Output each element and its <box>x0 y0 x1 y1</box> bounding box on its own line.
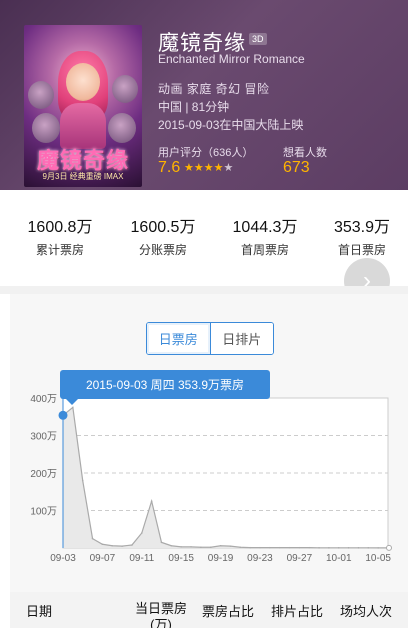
y-tick-label: 200万 <box>30 469 57 480</box>
data-point <box>121 545 123 547</box>
stat-label: 首日票房 <box>337 243 386 257</box>
data-point <box>298 546 301 549</box>
stat-label: 首周票房 <box>240 243 289 257</box>
data-point <box>318 547 320 549</box>
data-point <box>160 541 163 544</box>
movie-header: 魔镜奇缘 9月3日 经典重磅 IMAX 魔镜奇缘 3D Enchanted Mi… <box>0 0 408 190</box>
rating-stars: ★★★★★ <box>184 161 233 174</box>
data-point <box>239 546 242 549</box>
data-point <box>229 545 232 547</box>
stat-value: 1600.8万 <box>27 219 93 236</box>
movie-release-date: 2015-09-03在中国大陆上映 <box>158 118 304 132</box>
x-tick-label: 10-01 <box>326 553 352 564</box>
data-point <box>367 547 370 549</box>
highlight-point <box>58 410 68 420</box>
star-icon: ★ <box>184 162 194 174</box>
poster-dwarf <box>108 113 136 143</box>
data-point <box>101 543 104 546</box>
star-icon: ★ <box>203 162 214 174</box>
poster-dwarf <box>112 75 138 103</box>
column-header-box-office-share[interactable]: 票房占比 <box>202 601 254 620</box>
data-point <box>140 532 143 534</box>
data-point <box>308 546 311 549</box>
stat-label: 分账票房 <box>138 243 187 257</box>
data-point <box>111 544 114 547</box>
want-to-see-value: 673 <box>283 159 310 176</box>
stat-value: 1600.5万 <box>130 219 196 236</box>
data-point <box>249 546 251 549</box>
movie-genres: 动画 家庭 奇幻 冒险 <box>158 82 270 96</box>
tab-daily-box-office[interactable]: 日票房 <box>147 323 211 354</box>
data-point <box>72 406 74 409</box>
poster-princess-face <box>66 63 100 101</box>
star-half-icon: ★ <box>213 162 224 174</box>
stat-value: 353.9万 <box>333 219 391 236</box>
data-point <box>219 544 222 547</box>
y-tick-label: 400万 <box>30 394 57 405</box>
data-point <box>81 479 84 482</box>
rating-value: 7.6 <box>158 159 181 176</box>
table-header: 日期 当日票房(万) 票房占比 排片占比 场均人次 <box>10 592 408 628</box>
stat-value: 1044.3万 <box>232 219 298 236</box>
data-point <box>347 547 350 549</box>
section-divider <box>0 286 408 294</box>
movie-poster[interactable]: 魔镜奇缘 9月3日 经典重磅 IMAX <box>24 25 142 187</box>
data-point <box>190 546 192 548</box>
stat-first-day-box-office: 353.9万 首日票房 <box>312 213 408 258</box>
format-badge: 3D <box>249 33 267 45</box>
x-tick-label: 09-15 <box>168 553 194 564</box>
data-point <box>131 544 133 546</box>
x-tick-label: 09-03 <box>50 553 76 564</box>
data-point <box>278 546 281 549</box>
poster-dwarf <box>28 81 54 109</box>
stat-first-week-box-office: 1044.3万 首周票房 <box>215 213 315 258</box>
y-tick-label: 300万 <box>30 432 57 443</box>
data-point <box>288 546 291 549</box>
x-tick-label: 10-05 <box>365 553 391 564</box>
x-tick-label: 09-23 <box>247 553 273 564</box>
data-point <box>200 546 202 549</box>
data-point <box>150 500 153 502</box>
data-point <box>259 546 261 549</box>
stat-total-box-office: 1600.8万 累计票房 <box>10 213 110 258</box>
data-point <box>91 537 94 540</box>
movie-english-title: Enchanted Mirror Romance <box>158 52 305 66</box>
x-tick-label: 09-11 <box>129 553 154 564</box>
chart-tabs: 日票房 日排片 <box>146 322 274 355</box>
tab-daily-screenings[interactable]: 日排片 <box>210 323 273 354</box>
star-empty-icon: ★ <box>223 162 234 174</box>
rating-label: 用户评分（636人） <box>158 147 254 159</box>
y-tick-label: 100万 <box>30 507 57 518</box>
poster-date: 9月3日 经典重磅 IMAX <box>42 172 124 181</box>
x-tick-label: 09-27 <box>287 553 313 564</box>
data-point <box>269 546 271 549</box>
x-tick-label: 09-19 <box>208 553 234 564</box>
data-point <box>328 547 330 549</box>
data-point <box>357 547 360 549</box>
poster-dwarf <box>32 113 60 143</box>
column-header-avg-attendance[interactable]: 场均人次 <box>340 601 392 620</box>
data-point <box>377 547 379 549</box>
box-office-chart[interactable]: 100万 200万 300万 400万 09-03 09-07 09-11 09-15 09-1… <box>0 390 408 570</box>
star-icon: ★ <box>193 162 204 174</box>
column-header-daily-box-office[interactable]: 当日票房(万) <box>130 601 192 628</box>
chart-tooltip: 2015-09-03 周四 353.9万票房 <box>60 370 270 405</box>
want-to-see-label: 想看人数 <box>283 147 327 159</box>
data-point <box>170 544 173 547</box>
data-point-end <box>386 544 392 551</box>
x-tick-label: 09-07 <box>90 553 116 564</box>
movie-country-duration: 中国 | 81分钟 <box>158 100 230 114</box>
data-point <box>337 547 340 549</box>
column-header-screening-share[interactable]: 排片占比 <box>271 601 323 620</box>
column-header-date[interactable]: 日期 <box>26 601 52 620</box>
stat-split-box-office: 1600.5万 分账票房 <box>113 213 213 258</box>
stat-label: 累计票房 <box>35 243 84 257</box>
data-point <box>180 546 182 548</box>
data-point <box>209 546 212 549</box>
